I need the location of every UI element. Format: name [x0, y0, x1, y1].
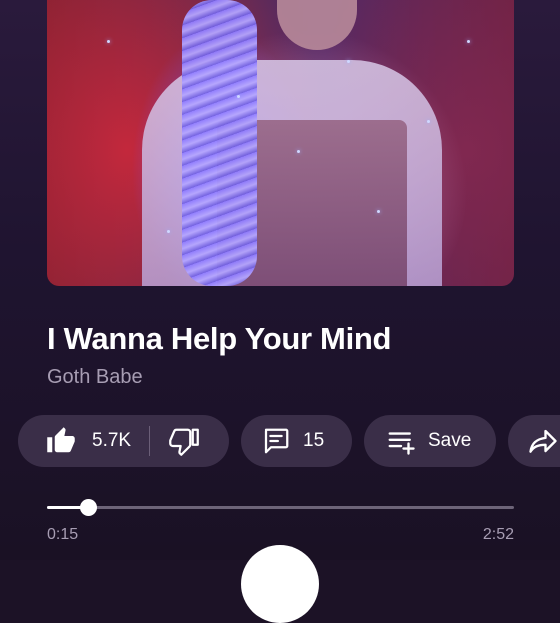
artwork-rope: [182, 0, 257, 286]
artwork-sparkle: [377, 210, 380, 213]
thumbs-down-icon: [169, 426, 199, 456]
comment-icon: [261, 426, 291, 456]
artwork-sparkle: [237, 95, 240, 98]
like-count: 5.7K: [92, 430, 132, 451]
dislike-button[interactable]: [150, 415, 217, 467]
artwork-sparkle: [167, 230, 170, 233]
album-artwork: [47, 0, 514, 286]
comment-count: 15: [303, 430, 325, 451]
thumbs-up-icon: [46, 426, 76, 456]
track-title: I Wanna Help Your Mind: [47, 321, 392, 356]
total-time: 2:52: [482, 526, 514, 543]
like-dislike-group: 5.7K: [18, 415, 229, 467]
save-button[interactable]: Save: [364, 415, 496, 467]
like-button[interactable]: 5.7K: [18, 415, 131, 467]
comments-button[interactable]: 15: [241, 415, 352, 467]
share-button[interactable]: [508, 415, 560, 467]
artwork-sparkle: [467, 40, 470, 43]
play-pause-button[interactable]: [241, 545, 319, 623]
artwork-face: [277, 0, 357, 50]
artist-name[interactable]: Goth Babe: [47, 366, 143, 389]
progress-bar[interactable]: [47, 499, 514, 516]
current-time: 0:15: [47, 526, 79, 543]
share-icon: [528, 426, 558, 456]
playlist-add-icon: [386, 426, 416, 456]
artwork-sparkle: [347, 60, 350, 63]
artwork-sparkle: [427, 120, 430, 123]
artwork-sparkle: [107, 40, 110, 43]
progress-thumb[interactable]: [79, 499, 97, 516]
artwork-sparkle: [297, 150, 300, 153]
save-label: Save: [428, 430, 472, 451]
